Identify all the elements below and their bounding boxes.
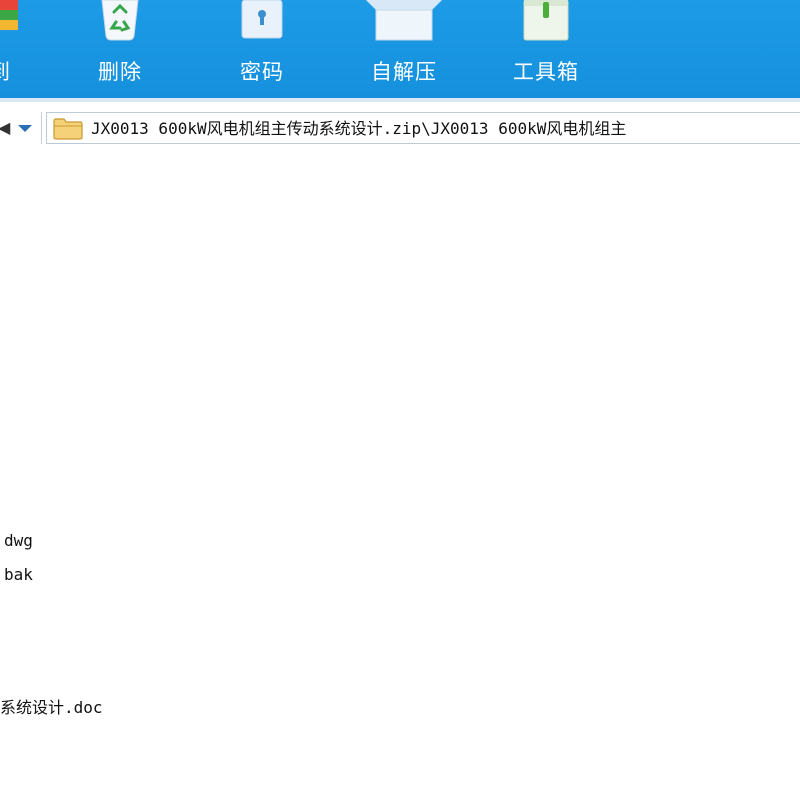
list-item[interactable]: bak xyxy=(4,564,33,586)
folder-icon xyxy=(53,118,83,140)
address-bar-divider xyxy=(0,98,800,102)
toolbar: 到 删除 密码 自解压 工具箱 xyxy=(0,0,800,98)
list-item[interactable]: dwg xyxy=(4,530,33,552)
self-extract-button[interactable]: 自解压 xyxy=(364,0,444,98)
address-history-dropdown[interactable]: ◀ xyxy=(0,112,42,144)
password-label: 密码 xyxy=(240,60,284,84)
delete-button[interactable]: 删除 xyxy=(80,0,160,98)
toolbox-button[interactable]: 工具箱 xyxy=(506,0,586,98)
toolbox-icon xyxy=(523,0,569,41)
toolbox-label: 工具箱 xyxy=(513,60,579,84)
partial-tool-icon xyxy=(0,0,18,30)
password-button[interactable]: 密码 xyxy=(222,0,302,98)
tool-partial[interactable]: 到 xyxy=(0,0,40,98)
recycle-bin-icon xyxy=(101,0,139,41)
path-field[interactable]: JX0013 600kW风电机组主传动系统设计.zip\JX0013 600kW… xyxy=(46,112,800,144)
address-bar: ◀ JX0013 600kW风电机组主传动系统设计.zip\JX0013 600… xyxy=(0,98,800,158)
delete-label: 删除 xyxy=(98,60,142,84)
tool-label: 到 xyxy=(0,56,40,86)
chevron-down-icon xyxy=(18,125,32,132)
box-icon xyxy=(366,0,442,41)
back-icon[interactable]: ◀ xyxy=(0,112,10,144)
self-extract-label: 自解压 xyxy=(371,60,437,84)
path-text: JX0013 600kW风电机组主传动系统设计.zip\JX0013 600kW… xyxy=(91,119,627,138)
list-item[interactable]: 系统设计.doc xyxy=(0,697,103,719)
lock-icon xyxy=(241,0,283,39)
